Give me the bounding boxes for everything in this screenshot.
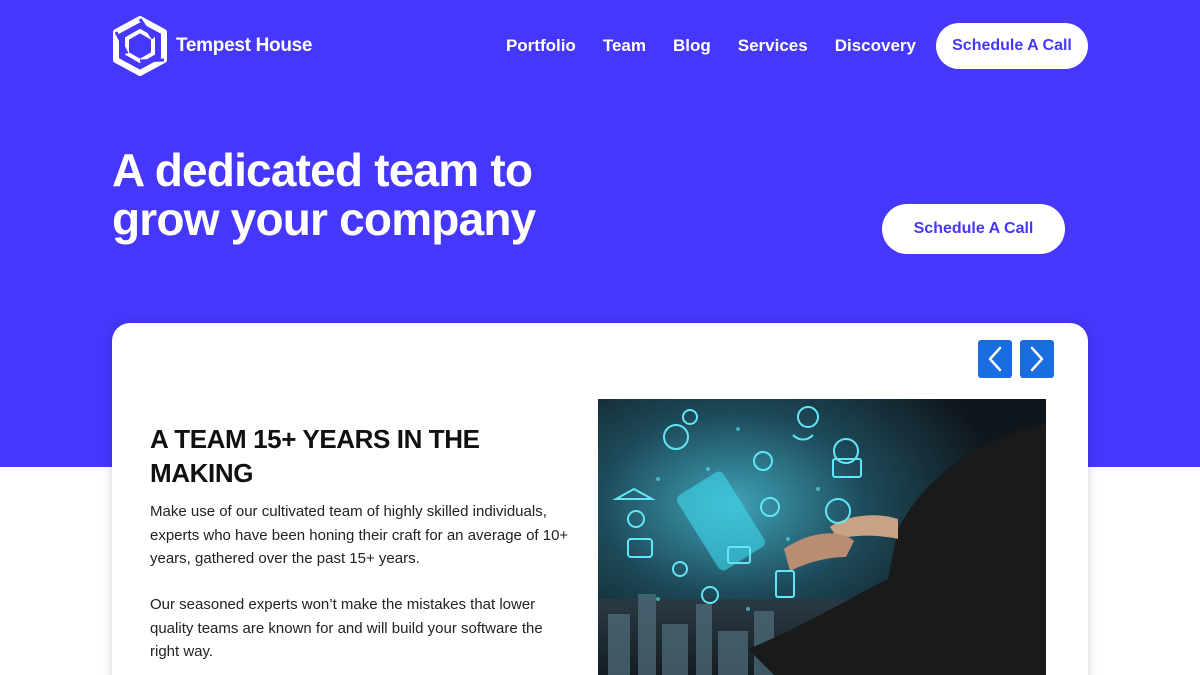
fintech-illustration-image (598, 399, 1046, 675)
nav-link-services[interactable]: Services (738, 36, 808, 56)
feature-title: A TEAM 15+ YEARS IN THE MAKING (150, 422, 530, 490)
feature-paragraph-2: Our seasoned experts won’t make the mist… (150, 596, 543, 660)
slider-next-button[interactable] (1020, 340, 1054, 378)
slider-controls (978, 340, 1054, 378)
nav-schedule-call-button[interactable]: Schedule A Call (936, 23, 1088, 69)
nav-link-team[interactable]: Team (603, 36, 646, 56)
feature-card: A TEAM 15+ YEARS IN THE MAKING Make use … (112, 323, 1088, 675)
fintech-illustration (598, 399, 1046, 675)
hero-title: A dedicated team to grow your company (112, 146, 672, 244)
chevron-right-icon (1030, 346, 1044, 372)
feature-title-line1: A TEAM 15+ YEARS IN THE (150, 424, 480, 454)
nav-link-portfolio[interactable]: Portfolio (506, 36, 576, 56)
chevron-left-icon (988, 346, 1002, 372)
slider-prev-button[interactable] (978, 340, 1012, 378)
feature-title-line2: MAKING (150, 458, 254, 488)
hexagon-logo-icon (113, 16, 167, 76)
brand[interactable]: Tempest House (112, 16, 312, 76)
hero-title-line2: grow your company (112, 193, 536, 245)
nav-link-blog[interactable]: Blog (673, 36, 711, 56)
nav-links: Portfolio Team Blog Services Discovery (506, 36, 916, 56)
hero-title-line1: A dedicated team to (112, 144, 533, 196)
brand-name: Tempest House (176, 35, 313, 56)
nav-link-discovery[interactable]: Discovery (835, 36, 916, 56)
feature-paragraph-1: Make use of our cultivated team of highl… (150, 503, 569, 567)
hero-schedule-call-button[interactable]: Schedule A Call (882, 204, 1065, 254)
top-navigation: Tempest House Portfolio Team Blog Servic… (112, 16, 1088, 76)
